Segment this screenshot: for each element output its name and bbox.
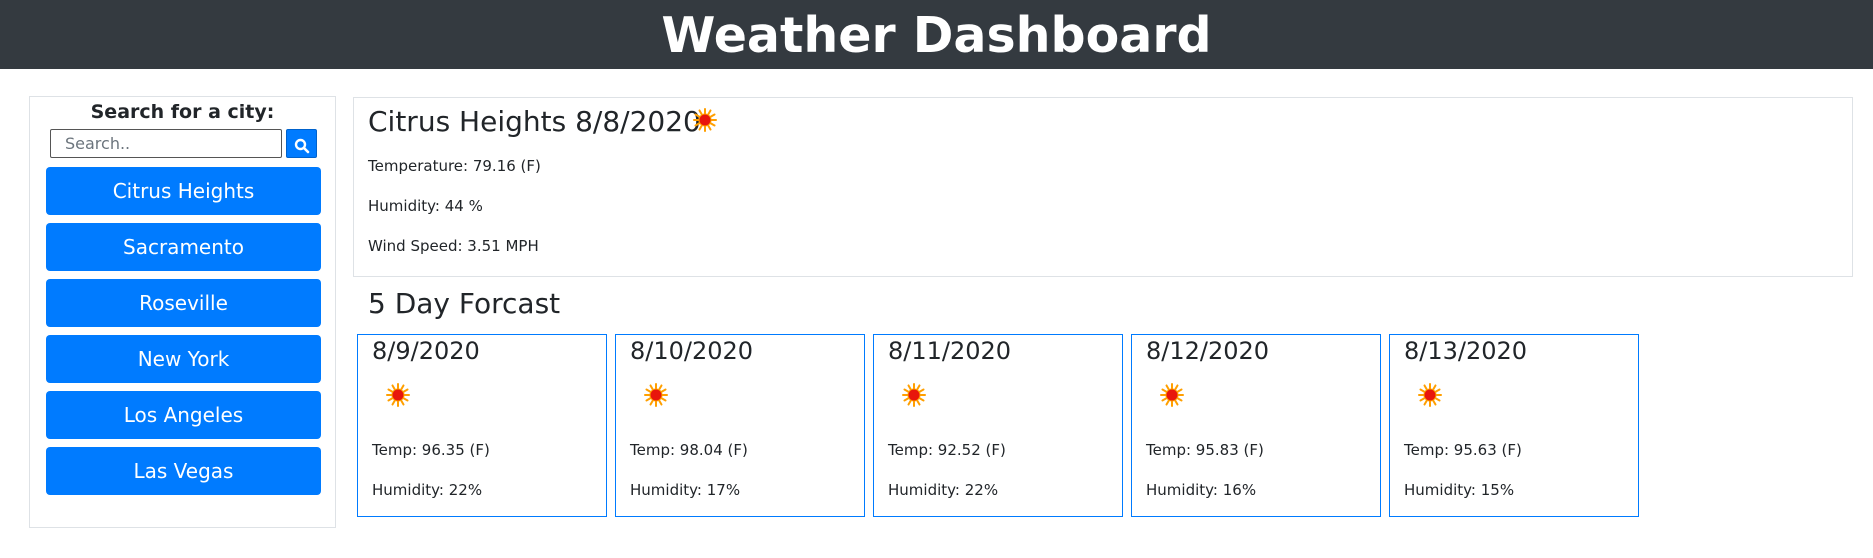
- forecast-card: 8/12/2020 Temp: 95.83 (F) Humidity: 16%: [1131, 334, 1381, 517]
- sun-icon: [1160, 383, 1184, 412]
- forecast-date: 8/9/2020: [372, 337, 480, 365]
- forecast-humidity: Humidity: 22%: [372, 481, 483, 499]
- city-button-las-vegas[interactable]: Las Vegas: [46, 447, 321, 495]
- forecast-temp: Temp: 96.35 (F): [372, 441, 490, 459]
- forecast-card: 8/10/2020 Temp: 98.04 (F) Humidity: 17%: [615, 334, 865, 517]
- city-button-new-york[interactable]: New York: [46, 335, 321, 383]
- forecast-temp: Temp: 98.04 (F): [630, 441, 748, 459]
- forecast-card: 8/9/2020 Temp: 96.35 (F) Humidity: 22%: [357, 334, 607, 517]
- forecast-date: 8/12/2020: [1146, 337, 1270, 365]
- sun-icon: [644, 383, 668, 412]
- current-temperature: Temperature: 79.16 (F): [368, 157, 541, 175]
- search-label: Search for a city:: [90, 101, 275, 123]
- forecast-temp: Temp: 95.83 (F): [1146, 441, 1264, 459]
- city-button-citrus-heights[interactable]: Citrus Heights: [46, 167, 321, 215]
- search-button[interactable]: [286, 129, 317, 158]
- forecast-temp: Temp: 95.63 (F): [1404, 441, 1522, 459]
- sun-icon: [693, 108, 717, 137]
- current-humidity: Humidity: 44 %: [368, 197, 483, 215]
- current-weather-panel: Citrus Heights 8/8/2020 Temperature: 79.…: [353, 97, 1853, 277]
- city-button-sacramento[interactable]: Sacramento: [46, 223, 321, 271]
- forecast-humidity: Humidity: 15%: [1404, 481, 1515, 499]
- forecast-heading: 5 Day Forcast: [368, 287, 561, 320]
- sun-icon: [1418, 383, 1442, 412]
- search-input[interactable]: [50, 129, 282, 158]
- forecast-date: 8/10/2020: [630, 337, 754, 365]
- page-header: Weather Dashboard: [0, 0, 1873, 69]
- forecast-card: 8/13/2020 Temp: 95.63 (F) Humidity: 15%: [1389, 334, 1639, 517]
- city-button-los-angeles[interactable]: Los Angeles: [46, 391, 321, 439]
- current-city-date: Citrus Heights 8/8/2020: [368, 105, 701, 138]
- forecast-humidity: Humidity: 22%: [888, 481, 999, 499]
- forecast-humidity: Humidity: 17%: [630, 481, 741, 499]
- search-icon: [294, 138, 309, 154]
- city-button-roseville[interactable]: Roseville: [46, 279, 321, 327]
- page-title: Weather Dashboard: [661, 7, 1212, 64]
- forecast-date: 8/13/2020: [1404, 337, 1528, 365]
- sun-icon: [902, 383, 926, 412]
- forecast-card: 8/11/2020 Temp: 92.52 (F) Humidity: 22%: [873, 334, 1123, 517]
- city-search-panel: Search for a city: Citrus Heights Sacram…: [29, 96, 336, 528]
- forecast-temp: Temp: 92.52 (F): [888, 441, 1006, 459]
- forecast-date: 8/11/2020: [888, 337, 1012, 365]
- sun-icon: [386, 383, 410, 412]
- current-wind-speed: Wind Speed: 3.51 MPH: [368, 237, 539, 255]
- forecast-humidity: Humidity: 16%: [1146, 481, 1257, 499]
